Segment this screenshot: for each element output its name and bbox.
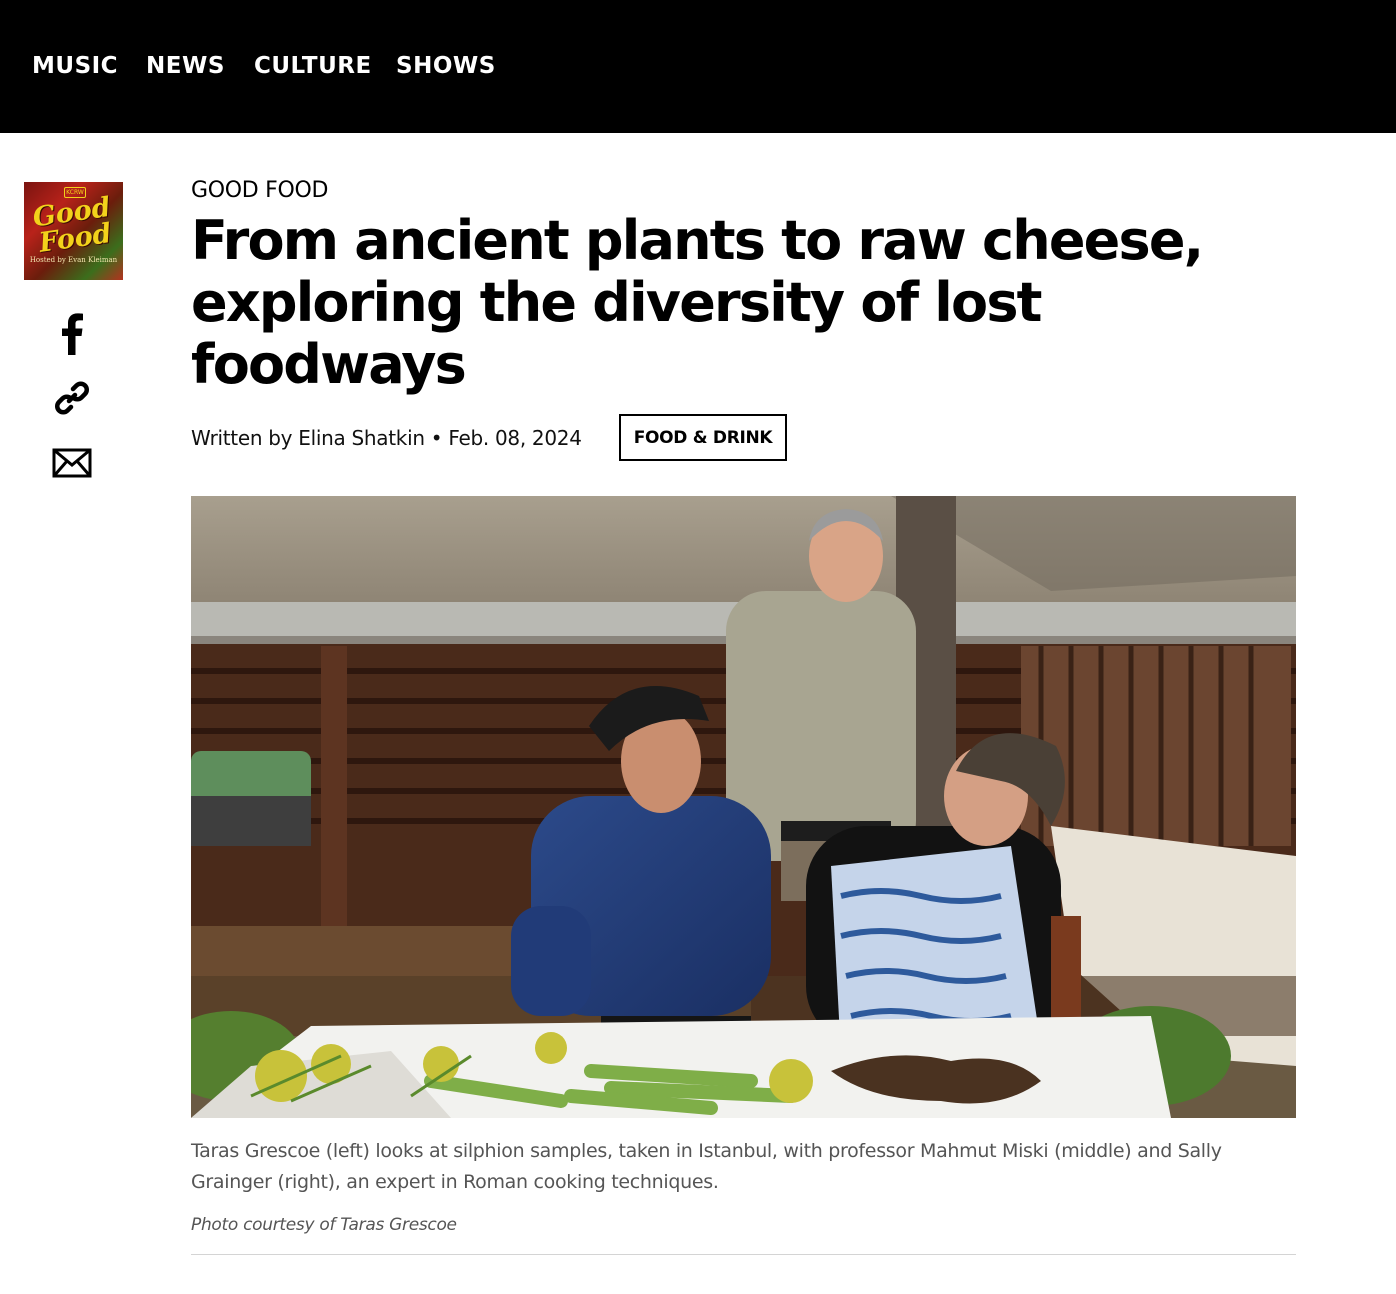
- category-tag[interactable]: FOOD & DRINK: [619, 414, 787, 461]
- hero-photo: [191, 496, 1296, 1118]
- nav-item-shows[interactable]: SHOWS: [396, 50, 496, 82]
- top-nav: MUSIC NEWS CULTURE SHOWS: [0, 0, 1396, 133]
- divider: [191, 1254, 1296, 1255]
- copy-link-button[interactable]: [50, 376, 94, 420]
- logo-subtitle: Hosted by Evan Kleiman: [29, 256, 118, 264]
- show-kicker-link[interactable]: GOOD FOOD: [191, 177, 328, 205]
- publish-date: Feb. 08, 2024: [448, 426, 582, 450]
- author-link[interactable]: Elina Shatkin: [298, 426, 425, 450]
- article-headline: From ancient plants to raw cheese, explo…: [191, 209, 1204, 396]
- byline: Written by Elina Shatkin • Feb. 08, 2024: [191, 424, 582, 452]
- facebook-share-button[interactable]: [50, 312, 94, 356]
- nav-item-culture[interactable]: CULTURE: [254, 50, 372, 82]
- photo-credit: Photo courtesy of Taras Grescoe: [191, 1215, 457, 1235]
- byline-prefix: Written by: [191, 426, 299, 450]
- link-icon: [55, 381, 89, 415]
- byline-separator: •: [424, 426, 449, 450]
- email-icon: [52, 448, 92, 478]
- nav-item-news[interactable]: NEWS: [146, 50, 225, 82]
- facebook-icon: [62, 313, 83, 355]
- logo-title: Good Food: [24, 192, 123, 259]
- photo-caption: Taras Grescoe (left) looks at silphion s…: [191, 1140, 1222, 1193]
- show-logo[interactable]: KCRW Good Food Hosted by Evan Kleiman: [24, 182, 123, 280]
- email-share-button[interactable]: [50, 441, 94, 485]
- hero-photo-image: [191, 496, 1296, 1118]
- nav-item-music[interactable]: MUSIC: [32, 50, 118, 82]
